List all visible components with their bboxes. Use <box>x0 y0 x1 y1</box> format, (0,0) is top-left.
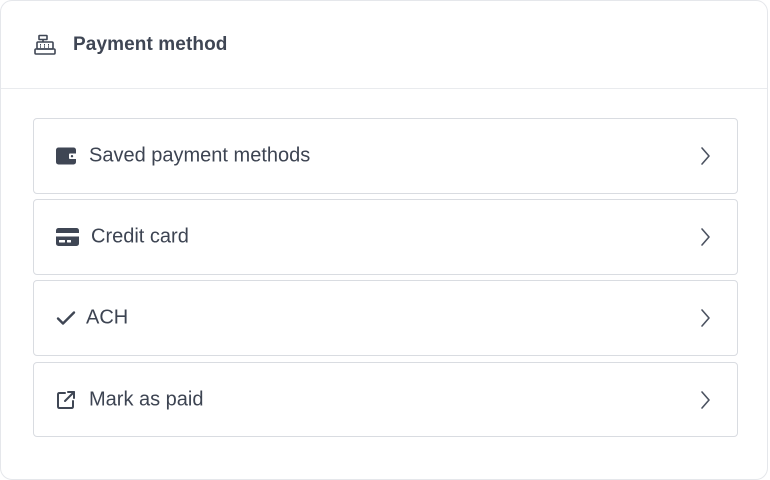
card-title: Payment method <box>73 33 228 55</box>
option-label: Credit card <box>91 225 189 248</box>
chevron-right-icon <box>699 146 711 166</box>
option-label: Saved payment methods <box>89 144 311 167</box>
payment-method-card: Payment method Saved payment methods Cre… <box>0 0 768 480</box>
option-ach[interactable]: ACH <box>33 280 738 356</box>
chevron-right-icon <box>699 227 711 247</box>
external-link-icon <box>56 390 76 410</box>
wallet-icon <box>56 147 77 165</box>
chevron-right-icon <box>699 308 711 328</box>
card-header: Payment method <box>1 1 767 89</box>
option-label: ACH <box>86 306 129 329</box>
cash-register-icon <box>33 33 57 57</box>
option-label: Mark as paid <box>89 388 204 410</box>
option-saved-payment-methods[interactable]: Saved payment methods <box>33 118 738 194</box>
check-icon <box>56 310 76 326</box>
option-mark-as-paid[interactable]: Mark as paid <box>33 362 738 437</box>
option-credit-card[interactable]: Credit card <box>33 199 738 275</box>
chevron-right-icon <box>699 390 711 410</box>
credit-card-icon <box>56 228 79 246</box>
